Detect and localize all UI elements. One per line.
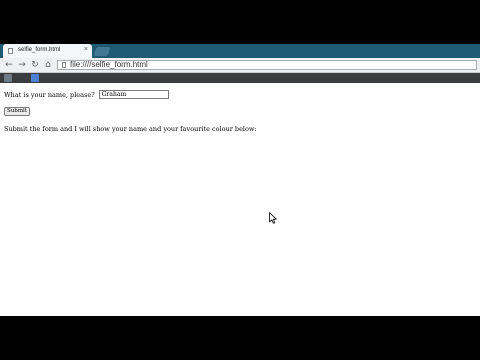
home-icon[interactable]: ⌂ — [42, 59, 54, 71]
page-icon — [62, 62, 66, 68]
close-icon[interactable]: × — [84, 46, 88, 53]
tab-selfie-form[interactable]: selfie_form.html × — [3, 44, 92, 58]
address-bar[interactable]: file:////selfie_form.html — [57, 60, 477, 70]
submit-button[interactable]: Submit — [4, 107, 31, 116]
tab-strip: selfie_form.html × — [0, 44, 480, 58]
name-input[interactable]: Graham — [98, 90, 169, 99]
name-row: What is your name, please? Graham — [4, 90, 169, 99]
tab-title: selfie_form.html — [18, 47, 61, 53]
browser-window: selfie_form.html × ← → ↻ ⌂ file:////self… — [0, 44, 480, 316]
forward-arrow-icon[interactable]: → — [16, 59, 28, 71]
mouse-cursor-icon — [269, 212, 277, 224]
new-tab-icon[interactable] — [93, 47, 111, 56]
address-url: file:////selfie_form.html — [70, 60, 148, 69]
bookmarks-bar — [0, 73, 480, 83]
browser-toolbar: ← → ↻ ⌂ file:////selfie_form.html — [0, 58, 480, 73]
page-content: What is your name, please? Graham Submit… — [0, 84, 480, 316]
result-text: Submit the form and I will show your nam… — [4, 125, 257, 133]
page-icon — [8, 48, 13, 54]
name-label: What is your name, please? — [4, 90, 95, 99]
bookmark-icon[interactable] — [4, 74, 12, 82]
back-arrow-icon[interactable]: ← — [3, 59, 15, 71]
reload-icon[interactable]: ↻ — [29, 59, 41, 71]
bookmark-icon[interactable] — [31, 74, 39, 82]
